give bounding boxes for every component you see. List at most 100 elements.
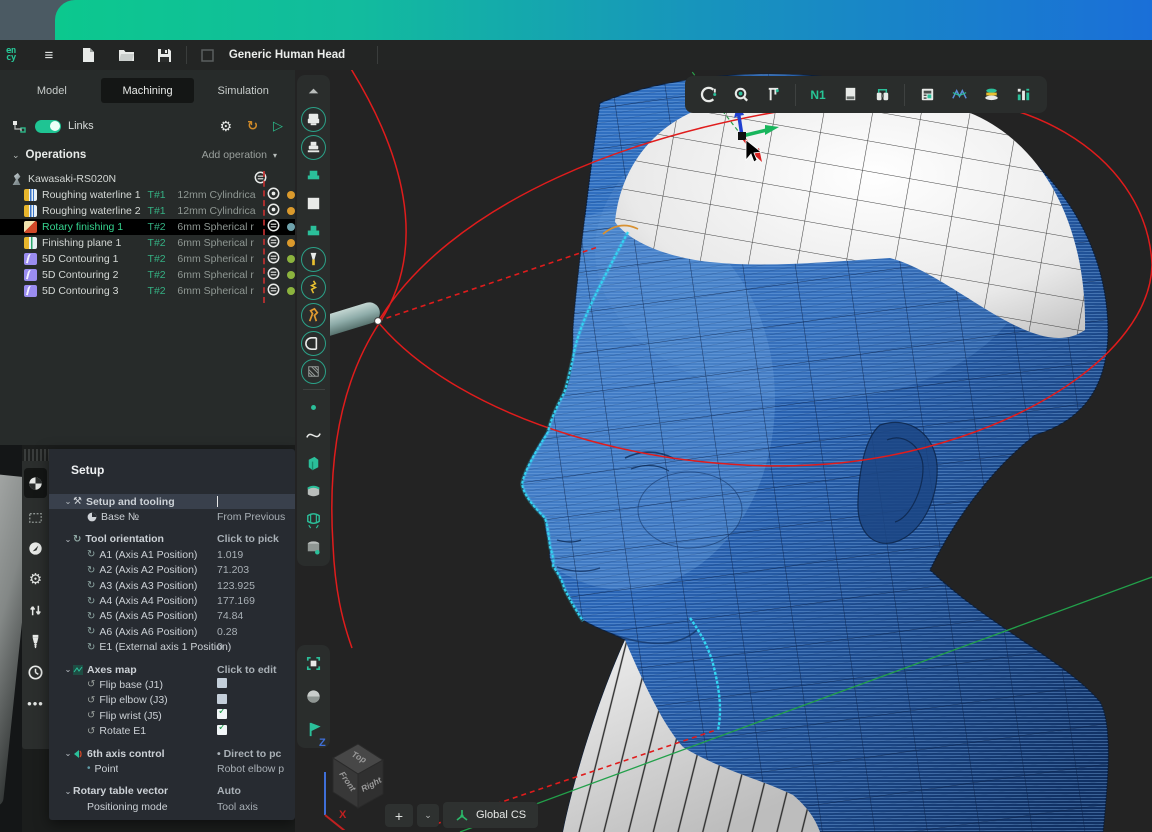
setup-parameter-row[interactable]: ↻A3 (Axis A3 Position)123.925 — [49, 578, 295, 593]
collapse-arrow-icon[interactable] — [301, 79, 327, 104]
setup-section-header[interactable]: ⌄Rotary table vectorAuto — [49, 784, 295, 799]
show-robot-icon[interactable] — [301, 303, 327, 328]
setup-parameter-row[interactable]: ↻A1 (Axis A1 Position)1.019 — [49, 547, 295, 562]
control-panel-icon[interactable] — [913, 81, 941, 109]
checkbox[interactable] — [217, 709, 227, 719]
operations-caret-icon[interactable]: ⌄ — [12, 150, 20, 161]
setup-parameter-row[interactable]: •PointRobot elbow p — [49, 761, 295, 776]
surface-grid-icon[interactable] — [301, 507, 327, 532]
surface-icon[interactable] — [301, 451, 327, 476]
operation-status-icon[interactable] — [265, 251, 280, 267]
shaded-view-icon[interactable] — [301, 684, 327, 709]
operation-status-icon[interactable] — [265, 187, 280, 203]
setup-parameter-row[interactable]: ↺Flip base (J1) — [49, 677, 295, 692]
operation-row[interactable]: 5D Contouring 2T#26mm Spherical r — [0, 267, 295, 283]
setup-parameter-row[interactable]: ↻A6 (Axis A6 Position)0.28 — [49, 624, 295, 639]
setup-section-header[interactable]: ⌄Axes mapClick to edit — [49, 662, 295, 677]
operation-row[interactable]: 5D Contouring 1T#26mm Spherical r — [0, 251, 295, 267]
setup-parameter-row[interactable]: ↻E1 (External axis 1 Position)0 — [49, 640, 295, 655]
show-stock-small-icon[interactable] — [301, 163, 327, 188]
show-mesh-icon[interactable] — [301, 359, 327, 384]
setup-section-header[interactable]: ⌄6th axis control• Direct to pc — [49, 746, 295, 761]
tool-icon[interactable] — [24, 629, 47, 653]
setup-section-header[interactable]: ⌄⚒Setup and tooling — [49, 494, 295, 509]
c-axis-icon[interactable] — [695, 81, 723, 109]
navigation-cube[interactable]: Z X Top Front Right — [303, 730, 398, 830]
new-file-icon[interactable] — [76, 44, 102, 66]
point-icon[interactable] — [301, 395, 327, 420]
operation-status-icon[interactable] — [265, 219, 280, 235]
links-toggle[interactable] — [35, 120, 61, 133]
show-workpiece-icon[interactable] — [301, 135, 327, 160]
machine-icon[interactable] — [836, 81, 864, 109]
show-machine-icon[interactable] — [301, 191, 327, 216]
global-cs-button[interactable]: Global CS — [443, 802, 538, 828]
head-model[interactable] — [475, 70, 1152, 832]
approach-return-icon[interactable] — [24, 598, 47, 622]
operation-status-icon[interactable] — [265, 203, 280, 219]
checkbox[interactable] — [217, 678, 227, 688]
tool-number: T#1 — [148, 205, 178, 217]
setup-target-icon[interactable] — [24, 468, 47, 498]
show-drill-icon[interactable] — [301, 275, 327, 300]
setup-parameter-row[interactable]: ↻A4 (Axis A4 Position)177.169 — [49, 593, 295, 608]
app-logo-icon[interactable]: ency — [6, 48, 16, 62]
add-cs-button[interactable]: + — [385, 804, 413, 827]
setup-parameter-row[interactable]: ↺Flip wrist (J5) — [49, 708, 295, 723]
surface-band-icon[interactable] — [301, 479, 327, 504]
operation-status-icon[interactable] — [265, 283, 280, 299]
tab-machining[interactable]: Machining — [101, 78, 195, 103]
setup-section-header[interactable]: ⌄↻Tool orientationClick to pick — [49, 532, 295, 547]
statistics-icon[interactable] — [1009, 81, 1037, 109]
checkbox[interactable] — [217, 694, 227, 704]
cylinder-icon[interactable] — [301, 535, 327, 560]
open-folder-icon[interactable] — [114, 44, 140, 66]
3d-viewport[interactable]: N1 Z X Top Front Right + ⌄ Global CS — [295, 70, 1152, 832]
setup-parameter-row[interactable]: ↺Flip elbow (J3) — [49, 693, 295, 708]
checkbox[interactable] — [217, 725, 227, 735]
fit-view-icon[interactable] — [301, 651, 327, 676]
stock-icon[interactable] — [977, 81, 1005, 109]
operation-status-icon[interactable] — [265, 267, 280, 283]
more-icon[interactable]: ••• — [24, 691, 47, 715]
toolpath-wave-icon[interactable] — [945, 81, 973, 109]
menu-icon[interactable]: ≡ — [36, 44, 62, 66]
settings-gear-icon[interactable]: ⚙ — [220, 118, 233, 135]
recalculate-icon[interactable]: ↻ — [247, 118, 258, 134]
operation-row[interactable]: Kawasaki-RS020N — [0, 171, 295, 187]
cs-dropdown-button[interactable]: ⌄ — [417, 804, 439, 827]
project-checkbox-icon[interactable] — [195, 44, 221, 66]
parameters-gear-icon[interactable]: ⚙ — [24, 567, 47, 591]
caliper-icon[interactable] — [759, 81, 787, 109]
operation-row[interactable]: 5D Contouring 3T#26mm Spherical r — [0, 283, 295, 299]
tab-simulation[interactable]: Simulation — [196, 78, 290, 103]
strategy-icon[interactable] — [24, 536, 47, 560]
nc-program-icon[interactable]: N1 — [804, 81, 832, 109]
setup-parameter-row[interactable]: Positioning modeTool axis — [49, 799, 295, 814]
setup-parameter-row[interactable]: ↻A5 (Axis A5 Position)74.84 — [49, 609, 295, 624]
operation-row[interactable]: Finishing plane 1T#26mm Spherical r — [0, 235, 295, 251]
tab-model[interactable]: Model — [5, 78, 99, 103]
setup-parameter-row[interactable]: ↺Rotate E1 — [49, 723, 295, 738]
operation-row[interactable]: Roughing waterline 1T#112mm Cylindrica — [0, 187, 295, 203]
run-icon[interactable]: ▷ — [273, 118, 283, 134]
add-operation-button[interactable]: Add operation▾ — [202, 149, 283, 161]
robot-cell-icon[interactable] — [868, 81, 896, 109]
operation-status-icon[interactable] — [265, 235, 280, 251]
show-holder-icon[interactable] — [301, 331, 327, 356]
links-graph-icon[interactable] — [12, 120, 27, 133]
show-fixture-icon[interactable] — [301, 219, 327, 244]
setup-parameter-row[interactable]: Base №From Previous — [49, 509, 295, 524]
job-assignment-icon[interactable] — [24, 505, 47, 529]
feeds-icon[interactable] — [24, 660, 47, 684]
operation-row[interactable]: Rotary finishing 1T#26mm Spherical r — [0, 219, 295, 235]
drag-handle[interactable] — [22, 449, 49, 461]
show-tool-icon[interactable] — [301, 247, 327, 272]
cube-body[interactable]: Top Front Right — [333, 744, 384, 808]
show-part-icon[interactable] — [301, 107, 327, 132]
probe-icon[interactable] — [727, 81, 755, 109]
setup-parameter-row[interactable]: ↻A2 (Axis A2 Position)71.203 — [49, 563, 295, 578]
operation-row[interactable]: Roughing waterline 2T#112mm Cylindrica — [0, 203, 295, 219]
save-icon[interactable] — [152, 44, 178, 66]
curve-icon[interactable] — [301, 423, 327, 448]
